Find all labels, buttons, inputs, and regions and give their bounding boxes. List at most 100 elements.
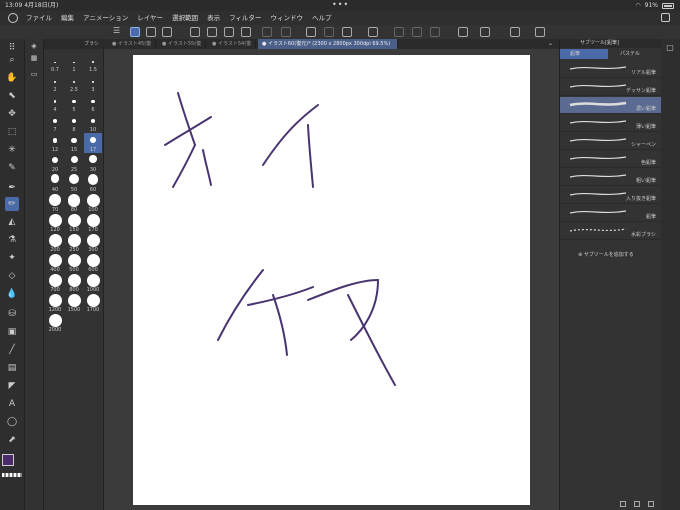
tab-illust-45[interactable]: ● イラスト45(復 — [108, 39, 157, 49]
frame-tool-icon[interactable]: ▤ — [5, 361, 19, 375]
brush-size-option[interactable]: 600 — [84, 253, 102, 273]
invert-selection-icon[interactable] — [412, 27, 422, 37]
transparent-color-icon[interactable] — [2, 473, 22, 477]
brush-size-option[interactable]: 15 — [65, 133, 83, 153]
balloon-tool-icon[interactable]: ◯ — [5, 415, 19, 429]
move-tool-icon[interactable]: ✥ — [5, 107, 19, 121]
expand-selection-icon[interactable] — [430, 27, 440, 37]
subtool-layer-icon[interactable]: ◈ — [28, 41, 40, 51]
subtool-brush-item[interactable]: 薄い鉛筆 — [560, 115, 662, 132]
window-mode-icon[interactable] — [661, 13, 670, 22]
panel-toggle-icon[interactable]: ▢ — [664, 41, 676, 53]
brush-size-option[interactable]: 1 — [65, 53, 83, 73]
zoom-tool-icon[interactable]: ⌕ — [5, 53, 19, 67]
brush-size-option[interactable]: 100 — [84, 193, 102, 213]
menu-layer[interactable]: レイヤー — [137, 11, 163, 25]
subtool-brush-item[interactable]: 入り抜き鉛筆 — [560, 187, 662, 204]
brush-size-option[interactable]: 20 — [46, 153, 64, 173]
text-tool-icon[interactable]: A — [5, 397, 19, 411]
tabs-collapse-icon[interactable]: ⌄ — [548, 39, 553, 49]
brush-size-option[interactable]: 4 — [46, 93, 64, 113]
operation-tool-icon[interactable]: ⬉ — [5, 89, 19, 103]
eraser-tool-icon[interactable]: ◇ — [5, 269, 19, 283]
subtool-brush-item[interactable]: 濃い鉛筆 — [560, 97, 662, 114]
new-file-icon[interactable] — [190, 27, 200, 37]
brush-size-option[interactable]: 25 — [65, 153, 83, 173]
tab-illust-54[interactable]: ● イラスト54(復 — [208, 39, 257, 49]
clear-icon[interactable] — [324, 27, 334, 37]
subtool-tab-pastel[interactable]: パステル — [610, 49, 660, 59]
special-ruler-icon[interactable] — [535, 27, 545, 37]
tab-illust-60[interactable]: ● イラスト60(復元)* (2300 x 2800px 300dpi 69.5… — [258, 39, 398, 49]
brush-size-option[interactable]: 120 — [46, 213, 64, 233]
brush-size-option[interactable]: 3 — [84, 73, 102, 93]
correct-line-tool-icon[interactable]: ⬈ — [5, 433, 19, 447]
subtool-folder-icon[interactable]: ▭ — [28, 69, 40, 79]
menu-help[interactable]: ヘルプ — [312, 11, 332, 25]
brush-size-option[interactable]: 5 — [65, 93, 83, 113]
select-none-icon[interactable] — [394, 27, 404, 37]
brush-size-option[interactable]: 1000 — [84, 273, 102, 293]
subtool-copy-icon[interactable] — [620, 501, 626, 507]
transform-icon[interactable] — [306, 27, 316, 37]
redo-icon[interactable] — [281, 27, 291, 37]
brush-tool-icon[interactable]: ◭ — [5, 215, 19, 229]
brush-size-option[interactable]: 170 — [84, 213, 102, 233]
menu-window[interactable]: ウィンドウ — [270, 11, 303, 25]
menu-icon[interactable]: ☰ — [113, 27, 123, 37]
subtool-brush-item[interactable]: デッサン鉛筆 — [560, 79, 662, 96]
export-icon[interactable] — [241, 27, 251, 37]
blend-tool-icon[interactable]: 💧 — [5, 287, 19, 301]
menu-view[interactable]: 表示 — [207, 11, 220, 25]
subtool-brush-item[interactable]: 粗い鉛筆 — [560, 169, 662, 186]
brush-size-option[interactable]: 400 — [46, 253, 64, 273]
brush-size-option[interactable]: 6 — [84, 93, 102, 113]
menu-filter[interactable]: フィルター — [229, 11, 261, 25]
brush-size-option[interactable]: 0.7 — [46, 53, 64, 73]
curve-ruler-icon[interactable] — [480, 27, 490, 37]
eyedropper-tool-icon[interactable]: ✎ — [5, 161, 19, 175]
figure-tool-icon[interactable]: ╱ — [5, 343, 19, 357]
brush-size-option[interactable]: 1.5 — [84, 53, 102, 73]
brush-size-option[interactable]: 17 — [84, 133, 102, 153]
brush-size-option[interactable]: 2000 — [46, 313, 64, 333]
brush-size-option[interactable]: 10 — [84, 113, 102, 133]
menu-edit[interactable]: 編集 — [61, 11, 74, 25]
menu-animation[interactable]: アニメーション — [83, 11, 128, 25]
brush-size-option[interactable]: 250 — [65, 233, 83, 253]
quick-access-icon[interactable] — [130, 27, 140, 37]
brush-size-option[interactable]: 8 — [65, 113, 83, 133]
subtool-delete-icon[interactable] — [648, 501, 654, 507]
subtool-brush-item[interactable]: リアル鉛筆 — [560, 61, 662, 78]
save-icon[interactable] — [224, 27, 234, 37]
brush-size-option[interactable]: 40 — [46, 173, 64, 193]
brush-size-option[interactable]: 500 — [65, 253, 83, 273]
brush-size-option[interactable]: 80 — [65, 193, 83, 213]
crop-icon[interactable] — [368, 27, 378, 37]
pencil-tool-icon[interactable]: ✏ — [5, 197, 19, 211]
multitask-dots[interactable]: ••• — [332, 0, 349, 9]
brush-size-option[interactable]: 2 — [46, 73, 64, 93]
brush-size-option[interactable]: 150 — [65, 213, 83, 233]
brush-size-option[interactable]: 60 — [84, 173, 102, 193]
add-subtool-button[interactable]: ⊕ サブツールを追加する — [578, 251, 634, 258]
brush-size-option[interactable]: 800 — [65, 273, 83, 293]
app-logo-icon[interactable] — [8, 13, 18, 23]
brush-size-option[interactable]: 50 — [65, 173, 83, 193]
undo-icon[interactable] — [262, 27, 272, 37]
subtool-stack-icon[interactable]: ▦ — [28, 53, 40, 63]
brush-size-option[interactable]: 1700 — [84, 293, 102, 313]
brush-size-option[interactable]: 70 — [46, 193, 64, 213]
open-file-icon[interactable] — [207, 27, 217, 37]
brush-size-option[interactable]: 12 — [46, 133, 64, 153]
subtool-tab-pencil[interactable]: 鉛筆 — [560, 49, 608, 59]
decoration-tool-icon[interactable]: ✦ — [5, 251, 19, 265]
brush-size-option[interactable]: 30 — [84, 153, 102, 173]
subtool-brush-item[interactable]: シャーペン — [560, 133, 662, 150]
brush-size-option[interactable]: 1200 — [46, 293, 64, 313]
hand-tool-icon[interactable]: ✋ — [5, 71, 19, 85]
tab-illust-55[interactable]: ● イラスト55(復 — [158, 39, 207, 49]
main-color-swatch[interactable] — [2, 454, 14, 466]
subtool-brush-item[interactable]: 鉛筆 — [560, 205, 662, 222]
brush-size-option[interactable]: 1500 — [65, 293, 83, 313]
